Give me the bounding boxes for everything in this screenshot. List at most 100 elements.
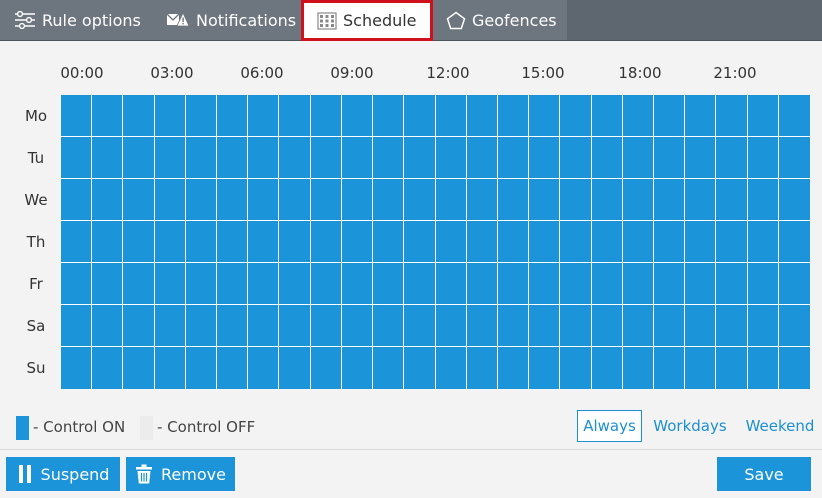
schedule-cell[interactable] (342, 263, 372, 304)
schedule-cell[interactable] (92, 95, 122, 136)
preset-weekend-button[interactable]: Weekend (741, 410, 819, 442)
schedule-cell[interactable] (155, 347, 185, 389)
schedule-cell[interactable] (685, 221, 715, 262)
schedule-cell[interactable] (436, 179, 466, 220)
schedule-cell[interactable] (155, 95, 185, 136)
schedule-cell[interactable] (436, 347, 466, 389)
schedule-cell[interactable] (217, 179, 247, 220)
schedule-cell[interactable] (248, 305, 278, 346)
schedule-cell[interactable] (748, 263, 778, 304)
schedule-cell[interactable] (436, 305, 466, 346)
schedule-cell[interactable] (123, 263, 154, 304)
schedule-cell[interactable] (716, 95, 747, 136)
schedule-cell[interactable] (623, 347, 653, 389)
schedule-cell[interactable] (155, 137, 185, 178)
schedule-cell[interactable] (404, 95, 435, 136)
schedule-cell[interactable] (373, 347, 403, 389)
schedule-cell[interactable] (404, 305, 435, 346)
schedule-cell[interactable] (592, 95, 622, 136)
schedule-cell[interactable] (467, 263, 497, 304)
schedule-cell[interactable] (716, 221, 747, 262)
schedule-cell[interactable] (123, 221, 154, 262)
schedule-cell[interactable] (311, 305, 341, 346)
schedule-cell[interactable] (779, 347, 810, 389)
schedule-cell[interactable] (404, 347, 435, 389)
schedule-cell[interactable] (123, 305, 154, 346)
schedule-cell[interactable] (685, 263, 715, 304)
schedule-cell[interactable] (186, 179, 216, 220)
schedule-cell[interactable] (373, 95, 403, 136)
schedule-cell[interactable] (623, 305, 653, 346)
schedule-cell[interactable] (748, 95, 778, 136)
schedule-cell[interactable] (436, 263, 466, 304)
schedule-cell[interactable] (467, 347, 497, 389)
schedule-cell[interactable] (342, 347, 372, 389)
schedule-cell[interactable] (311, 179, 341, 220)
schedule-cell[interactable] (373, 221, 403, 262)
schedule-cell[interactable] (467, 95, 497, 136)
schedule-cell[interactable] (311, 263, 341, 304)
tab-geofences[interactable]: Geofences (433, 0, 567, 40)
schedule-cell[interactable] (217, 263, 247, 304)
schedule-cell[interactable] (279, 263, 310, 304)
schedule-cell[interactable] (654, 263, 684, 304)
schedule-cell[interactable] (123, 179, 154, 220)
schedule-cell[interactable] (436, 95, 466, 136)
schedule-cell[interactable] (467, 305, 497, 346)
schedule-cell[interactable] (529, 305, 559, 346)
schedule-cell[interactable] (217, 95, 247, 136)
schedule-cell[interactable] (92, 221, 122, 262)
schedule-cell[interactable] (623, 221, 653, 262)
schedule-cell[interactable] (92, 305, 122, 346)
schedule-cell[interactable] (404, 179, 435, 220)
schedule-cell[interactable] (436, 221, 466, 262)
schedule-cell[interactable] (560, 305, 591, 346)
schedule-cell[interactable] (248, 221, 278, 262)
schedule-cell[interactable] (342, 305, 372, 346)
schedule-cell[interactable] (311, 221, 341, 262)
schedule-cell[interactable] (529, 347, 559, 389)
schedule-cell[interactable] (716, 137, 747, 178)
schedule-cell[interactable] (155, 305, 185, 346)
schedule-cell[interactable] (560, 347, 591, 389)
schedule-cell[interactable] (279, 305, 310, 346)
schedule-cell[interactable] (467, 179, 497, 220)
schedule-cell[interactable] (248, 179, 278, 220)
schedule-cell[interactable] (92, 263, 122, 304)
schedule-cell[interactable] (373, 263, 403, 304)
schedule-cell[interactable] (279, 347, 310, 389)
schedule-cell[interactable] (155, 221, 185, 262)
schedule-cell[interactable] (748, 221, 778, 262)
schedule-cell[interactable] (311, 137, 341, 178)
schedule-cell[interactable] (685, 347, 715, 389)
schedule-cell[interactable] (61, 263, 91, 304)
schedule-cell[interactable] (779, 95, 810, 136)
schedule-cell[interactable] (779, 137, 810, 178)
schedule-cell[interactable] (529, 137, 559, 178)
schedule-cell[interactable] (560, 179, 591, 220)
schedule-cell[interactable] (685, 179, 715, 220)
schedule-cell[interactable] (404, 137, 435, 178)
schedule-cell[interactable] (623, 95, 653, 136)
schedule-cell[interactable] (560, 263, 591, 304)
schedule-cell[interactable] (592, 179, 622, 220)
schedule-cell[interactable] (779, 179, 810, 220)
schedule-cell[interactable] (373, 137, 403, 178)
schedule-cell[interactable] (217, 347, 247, 389)
schedule-cell[interactable] (123, 347, 154, 389)
schedule-cell[interactable] (248, 263, 278, 304)
schedule-cell[interactable] (779, 221, 810, 262)
schedule-cell[interactable] (186, 137, 216, 178)
schedule-cell[interactable] (623, 263, 653, 304)
schedule-cell[interactable] (654, 137, 684, 178)
tab-notifications[interactable]: Notifications (160, 0, 301, 40)
schedule-cell[interactable] (92, 137, 122, 178)
schedule-cell[interactable] (279, 95, 310, 136)
schedule-cell[interactable] (436, 137, 466, 178)
schedule-cell[interactable] (186, 347, 216, 389)
schedule-cell[interactable] (529, 221, 559, 262)
schedule-cell[interactable] (92, 347, 122, 389)
schedule-cell[interactable] (217, 305, 247, 346)
schedule-cell[interactable] (716, 305, 747, 346)
schedule-cell[interactable] (779, 263, 810, 304)
